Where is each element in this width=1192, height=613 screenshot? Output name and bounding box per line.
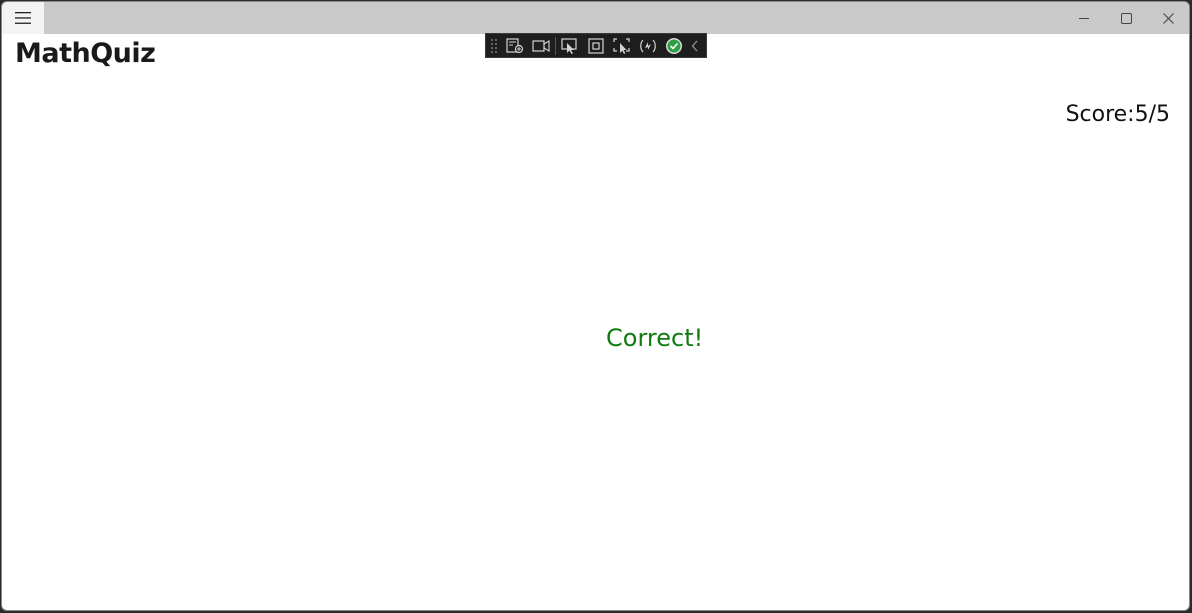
track-focus-button[interactable] — [609, 34, 635, 57]
minimize-icon — [1079, 18, 1089, 19]
collapse-toolbar-button[interactable] — [687, 34, 703, 57]
track-focus-icon — [613, 37, 630, 54]
record-button[interactable] — [528, 34, 554, 57]
toolbar-grip-handle[interactable] — [490, 37, 498, 54]
minimize-button[interactable] — [1063, 2, 1105, 34]
score-label: Score:5/5 — [1065, 102, 1170, 127]
display-layout-adorners-button[interactable] — [583, 34, 609, 57]
collapse-chevron-icon — [691, 40, 698, 51]
hot-reload-icon — [640, 39, 656, 52]
hamburger-icon — [15, 12, 31, 24]
maximize-icon — [1120, 12, 1132, 24]
display-layout-adorners-icon — [588, 37, 604, 54]
status-ok-icon — [666, 37, 682, 54]
close-icon — [1162, 12, 1174, 24]
toolbar-separator — [555, 36, 556, 55]
close-button[interactable] — [1147, 2, 1189, 34]
xaml-debug-toolbar — [485, 33, 707, 58]
app-window: MathQuiz Score:5/5 Correct! — [1, 1, 1190, 611]
hamburger-menu-button[interactable] — [2, 2, 44, 34]
result-message: Correct! — [606, 324, 704, 352]
select-element-button[interactable] — [557, 34, 583, 57]
status-ok-button[interactable] — [661, 34, 687, 57]
record-icon — [532, 39, 550, 52]
live-visual-tree-button[interactable] — [502, 34, 528, 57]
title-bar[interactable] — [2, 2, 1189, 34]
live-visual-tree-icon — [506, 37, 524, 53]
maximize-button[interactable] — [1105, 2, 1147, 34]
app-title: MathQuiz — [15, 38, 156, 69]
select-element-icon — [561, 37, 577, 54]
hot-reload-button[interactable] — [635, 34, 661, 57]
